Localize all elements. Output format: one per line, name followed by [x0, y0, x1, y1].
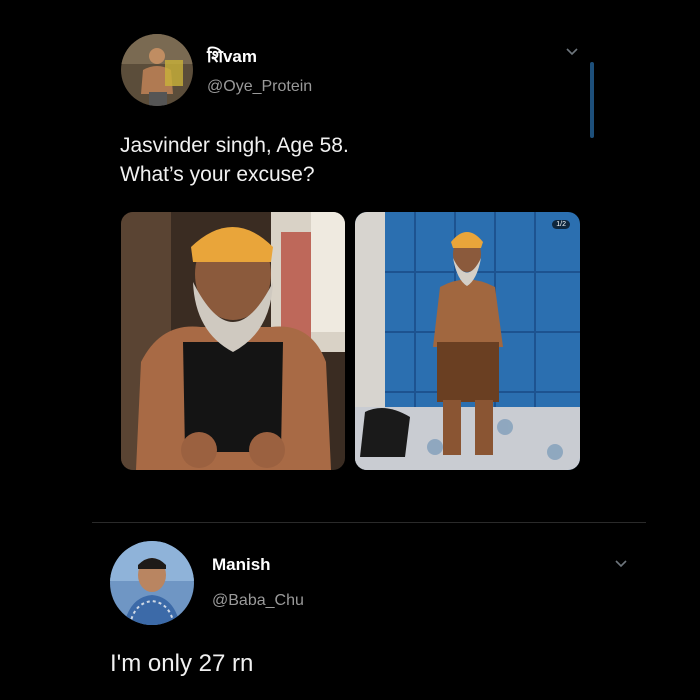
author-display-name[interactable]: शिvam — [207, 44, 257, 67]
author-handle[interactable]: @Oye_Protein — [207, 78, 312, 96]
avatar[interactable] — [121, 34, 193, 106]
reply-options-chevron-icon[interactable] — [614, 556, 628, 575]
tweet-photo-1[interactable] — [121, 212, 345, 470]
reply-avatar[interactable] — [110, 541, 194, 625]
divider — [92, 522, 646, 523]
media-count-badge: 1/2 — [552, 220, 570, 229]
tweet-photo-2[interactable]: 1/2 — [355, 212, 580, 470]
reply-text: I'm only 27 rn — [110, 650, 254, 677]
reply-display-name[interactable]: Manish — [212, 555, 271, 575]
scrollbar[interactable] — [590, 62, 594, 138]
tweet-options-chevron-icon[interactable] — [565, 44, 579, 63]
tweet-text: Jasvinder singh, Age 58. What’s your exc… — [120, 131, 580, 189]
reply-handle[interactable]: @Baba_Chu — [212, 592, 304, 610]
tweet-text-line-2: What’s your excuse? — [120, 163, 315, 186]
tweet-text-line-1: Jasvinder singh, Age 58. — [120, 134, 349, 157]
